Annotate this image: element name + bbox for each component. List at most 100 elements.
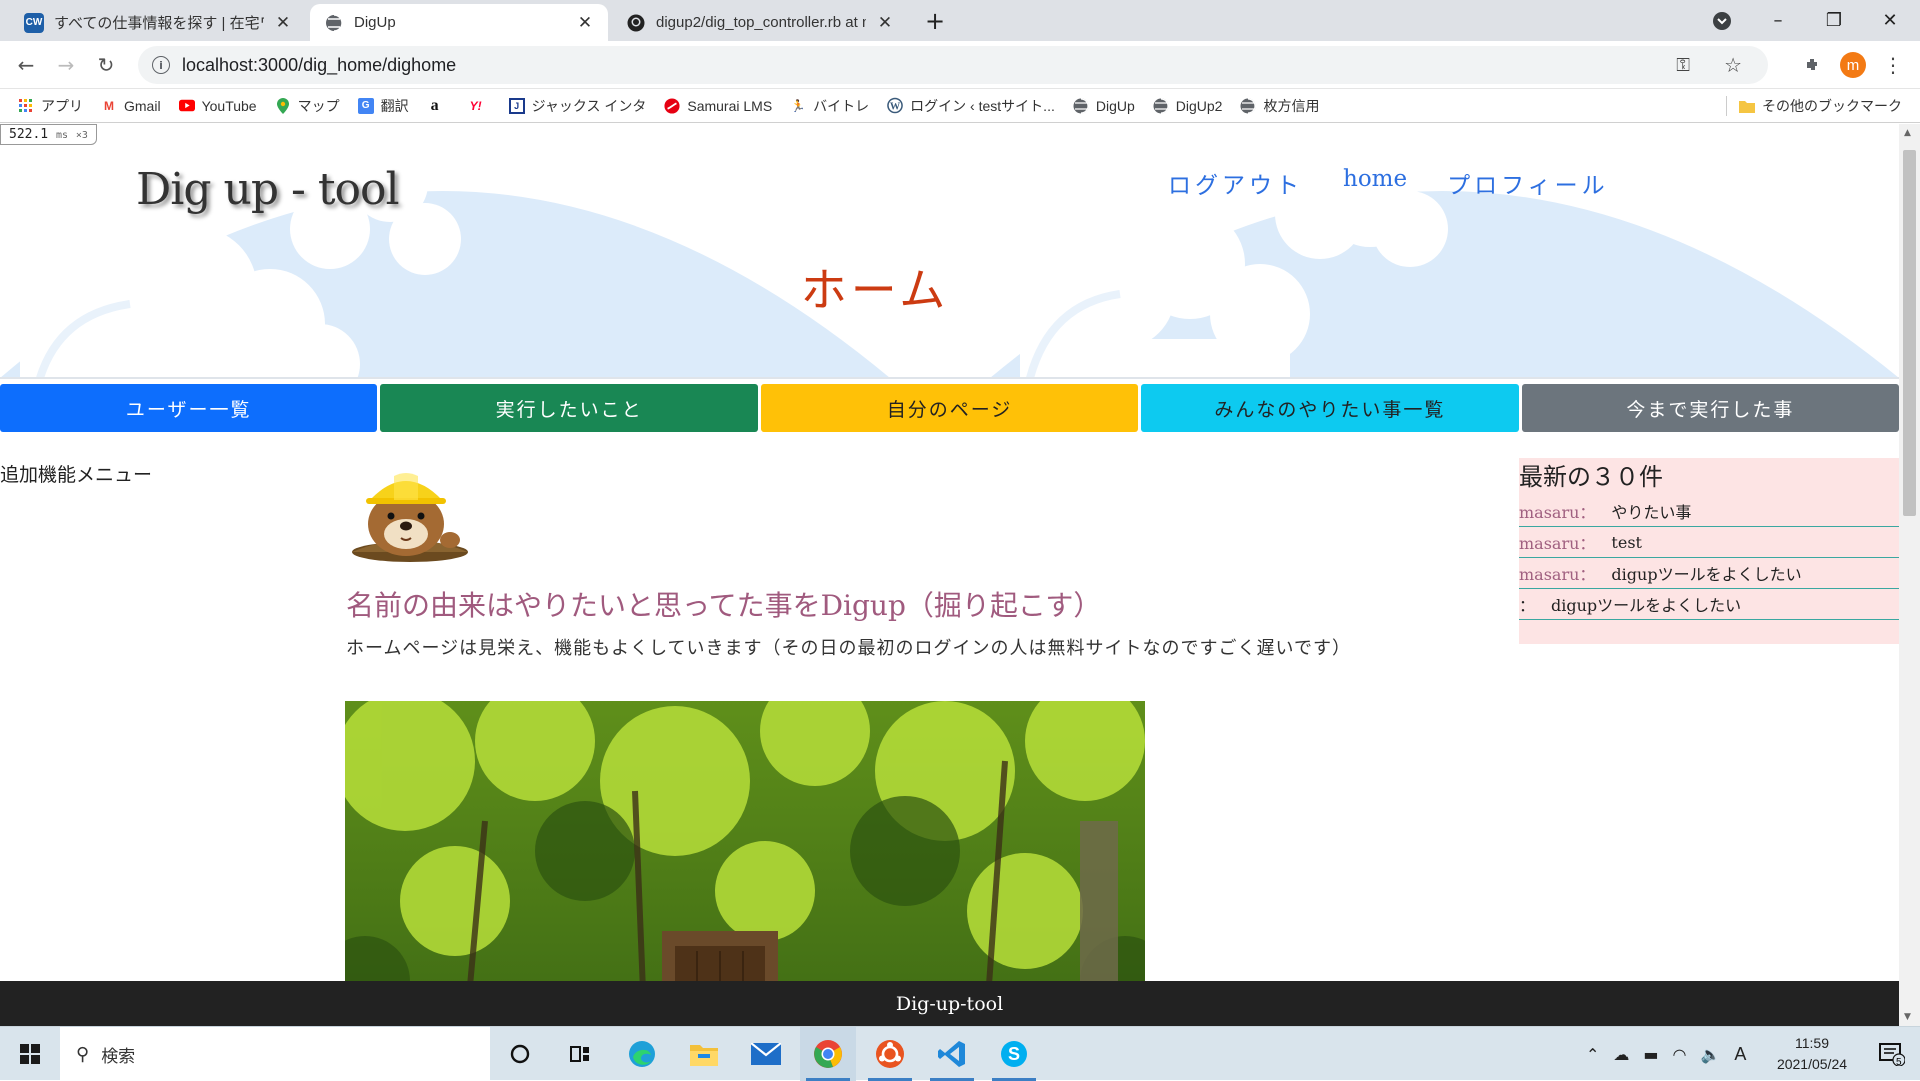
restore-icon[interactable]: ❐ (1806, 0, 1862, 41)
bookmark-translate[interactable]: G 翻訳 (357, 96, 409, 116)
close-tab-icon[interactable]: ✕ (274, 13, 292, 33)
bookmark-gmail[interactable]: M Gmail (101, 98, 161, 114)
site-brand[interactable]: Dig up - tool (136, 164, 400, 215)
recent-item[interactable]: masaru： digupツールをよくしたい (1519, 558, 1899, 589)
close-tab-icon[interactable]: ✕ (876, 13, 894, 33)
scrollbar-thumb[interactable] (1903, 150, 1916, 516)
bookmark-jaccs[interactable]: J ジャックス インタ (508, 96, 646, 116)
ubuntu-icon[interactable] (862, 1027, 918, 1081)
reload-icon[interactable]: ↻ (90, 50, 122, 80)
new-tab-button[interactable]: + (907, 0, 963, 41)
windows-taskbar: ⚲ 検索 S ⌃ ☁ ▬ ◠ 🔈 A 11:59 2021/05/24 5 (0, 1026, 1920, 1081)
scroll-up-icon[interactable]: ▲ (1904, 128, 1911, 138)
profile-avatar[interactable]: m (1837, 50, 1869, 80)
bookmark-label: Gmail (124, 97, 161, 114)
key-icon[interactable]: ⚿ (1676, 55, 1690, 76)
mole-mascot-illustration (346, 468, 470, 566)
tab-digup[interactable]: DigUp ✕ (310, 4, 608, 41)
recent-item[interactable]: ： digupツールをよくしたい (1519, 589, 1899, 620)
bookmark-digup[interactable]: DigUp (1073, 98, 1135, 114)
bookmark-maps[interactable]: マップ (275, 96, 340, 116)
battery-icon[interactable]: ▬ (1643, 1045, 1658, 1064)
perf-badge[interactable]: 522.1 ms ×3 (0, 124, 97, 145)
star-icon[interactable]: ☆ (1724, 53, 1742, 77)
bookmark-label: その他のブックマーク (1762, 97, 1902, 114)
extensions-icon[interactable] (1797, 50, 1829, 80)
bookmark-label: アプリ (41, 97, 83, 114)
recent-user: masaru： (1519, 534, 1596, 553)
windows-start-icon[interactable] (0, 1027, 60, 1081)
bookmark-other[interactable]: その他のブックマーク (1739, 96, 1902, 116)
taskbar-clock[interactable]: 11:59 2021/05/24 (1752, 1033, 1872, 1075)
globe-icon (1073, 97, 1089, 114)
notification-center-icon[interactable]: 5 (1864, 1027, 1920, 1081)
globe-icon (324, 13, 344, 33)
bookmark-samurai[interactable]: Samurai LMS (664, 98, 772, 114)
sky-background-illustration (0, 146, 1899, 378)
recent-item[interactable]: masaru： やりたい事 (1519, 496, 1899, 527)
recent-items-panel: 最新の３０件 masaru： やりたい事 masaru： test masaru： d… (1519, 458, 1899, 644)
back-icon[interactable]: ← (10, 50, 42, 80)
yahoo-icon: Y! (469, 98, 482, 113)
hero-divider (0, 377, 1899, 379)
vscode-icon[interactable] (924, 1027, 980, 1081)
minimize-icon[interactable]: – (1750, 0, 1806, 41)
recent-title: 最新の３０件 (1519, 463, 1663, 491)
taskbar-search-box[interactable]: ⚲ 検索 (60, 1027, 490, 1081)
forward-icon[interactable]: → (50, 50, 82, 80)
menu-done-list[interactable]: 今まで実行した事 (1521, 384, 1899, 432)
wifi-icon[interactable]: ◠ (1673, 1045, 1687, 1064)
menu-my-page[interactable]: 自分のページ (760, 384, 1139, 432)
youtube-icon (178, 98, 195, 114)
bookmark-apps[interactable]: アプリ (18, 96, 83, 116)
page-title: ホーム (800, 263, 950, 317)
cortana-icon[interactable] (492, 1027, 548, 1081)
page-scrollbar[interactable]: ▲ ▼ (1899, 124, 1920, 1026)
bookmark-youtube[interactable]: YouTube (178, 98, 257, 114)
recent-text: test (1611, 532, 1642, 552)
bookmark-yahoo[interactable]: Y! (468, 98, 491, 114)
tray-chevron-up-icon[interactable]: ⌃ (1586, 1045, 1599, 1064)
edge-icon[interactable] (614, 1027, 670, 1081)
nav-profile[interactable]: プロフィール (1447, 166, 1609, 200)
task-view-icon[interactable] (552, 1027, 608, 1081)
bookmark-hirakata[interactable]: 枚方信用 (1240, 96, 1319, 116)
tab-title: DigUp (354, 14, 396, 31)
address-bar[interactable]: i localhost:3000/dig_home/dighome ⚿ ☆ (138, 46, 1768, 84)
menu-kebab-icon[interactable]: ⋮ (1877, 50, 1909, 80)
top-nav: ログアウト home プロフィール (1168, 166, 1609, 200)
onedrive-cloud-icon[interactable]: ☁ (1613, 1045, 1629, 1064)
ime-icon[interactable]: A (1734, 1044, 1746, 1065)
scroll-down-icon[interactable]: ▼ (1904, 1012, 1911, 1022)
perf-unit: ms (55, 130, 69, 141)
tab-search-icon[interactable] (1694, 0, 1750, 41)
info-icon[interactable]: i (152, 56, 170, 74)
tab-github[interactable]: digup2/dig_top_controller.rb at m ✕ (612, 4, 908, 41)
close-window-icon[interactable]: ✕ (1862, 0, 1918, 41)
chrome-icon[interactable] (800, 1027, 856, 1081)
mail-icon[interactable] (738, 1027, 794, 1081)
menu-user-list[interactable]: ユーザー一覧 (0, 384, 378, 432)
nav-logout[interactable]: ログアウト (1168, 166, 1303, 200)
translate-icon: G (357, 97, 374, 114)
bookmark-baitore[interactable]: 🏃 バイトレ (790, 96, 869, 116)
svg-text:W: W (890, 101, 901, 112)
bookmark-label: 枚方信用 (1263, 97, 1320, 114)
menu-want-to-do[interactable]: 実行したいこと (380, 384, 758, 432)
tab-crowdworks[interactable]: CW すべての仕事情報を探す | 在宅ワーク ✕ (10, 4, 306, 41)
nav-home[interactable]: home (1343, 166, 1407, 200)
skype-icon[interactable]: S (986, 1027, 1042, 1081)
menu-everyone-list[interactable]: みんなのやりたい事一覧 (1141, 384, 1519, 432)
bookmark-label: ログイン ‹ testサイト... (910, 97, 1055, 114)
amazon-icon: a (430, 96, 439, 114)
volume-icon[interactable]: 🔈 (1701, 1045, 1721, 1064)
tab-strip: CW すべての仕事情報を探す | 在宅ワーク ✕ DigUp ✕ digup2/… (0, 0, 1920, 41)
recent-item[interactable]: masaru： test (1519, 527, 1899, 558)
close-tab-icon[interactable]: ✕ (576, 13, 594, 33)
file-explorer-icon[interactable] (676, 1027, 732, 1081)
bookmark-amazon[interactable]: a (427, 96, 450, 114)
bookmark-digup2[interactable]: DigUp2 (1153, 98, 1222, 114)
bookmark-wordpress[interactable]: W ログイン ‹ testサイト... (887, 96, 1055, 116)
side-menu-title[interactable]: 追加機能メニュー (0, 460, 152, 487)
svg-text:S: S (1008, 1044, 1020, 1064)
